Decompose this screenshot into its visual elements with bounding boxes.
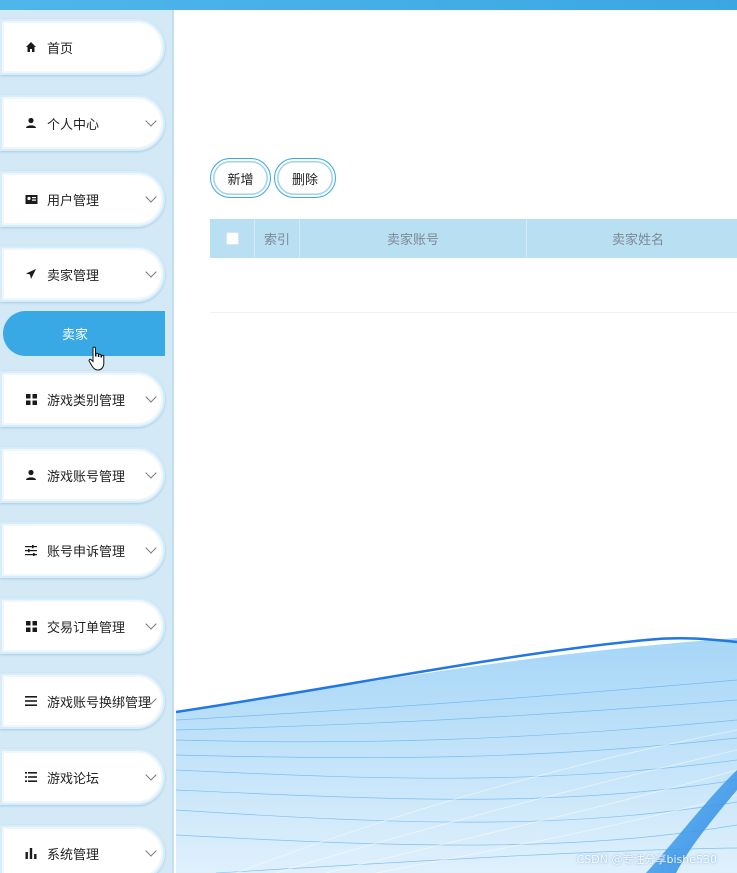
sidebar-item-label: 首页 (47, 41, 74, 57)
home-icon (24, 40, 38, 54)
chevron-down-icon (145, 391, 157, 403)
chevron-down-icon (145, 769, 157, 781)
table-divider (210, 312, 737, 313)
hand-cursor-icon (88, 346, 105, 371)
watermark-text: CSDN @专注分享bishe530 (576, 853, 717, 866)
wave-background-decoration (176, 637, 737, 873)
sidebar-subitem-seller[interactable]: 卖家 (3, 311, 165, 356)
top-bar (0, 0, 737, 10)
user-icon (24, 116, 38, 130)
sidebar-item-account-appeal-management[interactable]: 账号申诉管理 (0, 522, 165, 578)
chevron-down-icon (145, 115, 157, 127)
chevron-down-icon (145, 266, 157, 278)
main-content: 新增 删除 索引 卖家账号 卖家姓名 CSDN @专注分享bishe530 (176, 10, 737, 873)
sidebar-item-game-category-management[interactable]: 游戏类别管理 (0, 371, 165, 427)
table-header-select-all[interactable] (210, 219, 255, 258)
bar-chart-icon (24, 846, 38, 860)
delete-button[interactable]: 删除 (274, 158, 336, 198)
table-header-index: 索引 (255, 219, 300, 258)
sidebar-subitem-label: 卖家 (61, 328, 88, 343)
sidebar-item-system-management[interactable]: 系统管理 (0, 825, 165, 873)
sidebar-item-label: 系统管理 (47, 847, 100, 863)
sidebar-item-seller-management[interactable]: 卖家管理 (0, 246, 165, 302)
select-all-checkbox[interactable] (225, 232, 239, 245)
list-icon (24, 770, 38, 784)
sidebar-item-label: 游戏账号换绑管理 (47, 695, 152, 711)
sidebar-item-label: 账号申诉管理 (47, 544, 126, 560)
grid-icon (24, 392, 38, 406)
chevron-down-icon (145, 542, 157, 554)
paper-plane-icon (24, 267, 38, 281)
sidebar-item-label: 游戏类别管理 (47, 393, 126, 409)
sidebar-item-home[interactable]: 首页 (0, 19, 165, 75)
user-icon (24, 468, 38, 482)
sidebar-item-label: 用户管理 (47, 193, 100, 209)
sidebar-item-game-account-management[interactable]: 游戏账号管理 (0, 447, 165, 503)
chevron-down-icon (145, 191, 157, 203)
id-card-icon (24, 192, 38, 206)
sidebar-item-label: 个人中心 (47, 117, 100, 133)
sidebar-item-personal-center[interactable]: 个人中心 (0, 95, 165, 151)
table-header: 索引 卖家账号 卖家姓名 (210, 219, 737, 258)
table-header-seller-name: 卖家姓名 (527, 219, 737, 258)
table-header-seller-account: 卖家账号 (300, 219, 527, 258)
sidebar-menu: 首页 个人中心 用户管理 卖家管理 卖家 游戏类别管理 游戏账号管理 账号申诉管… (0, 10, 174, 873)
sidebar-item-label: 卖家管理 (47, 268, 100, 284)
sidebar-item-label: 游戏账号管理 (47, 469, 126, 485)
sidebar-item-game-forum[interactable]: 游戏论坛 (0, 749, 165, 805)
list-icon (24, 694, 38, 708)
add-button[interactable]: 新增 (210, 158, 271, 198)
sidebar-item-account-rebind-management[interactable]: 游戏账号换绑管理 (0, 673, 165, 729)
sidebar-item-label: 游戏论坛 (47, 771, 100, 787)
chevron-down-icon (145, 618, 157, 630)
sidebar-item-label: 交易订单管理 (47, 620, 126, 636)
sidebar-item-order-management[interactable]: 交易订单管理 (0, 598, 165, 654)
chevron-down-icon (145, 467, 157, 479)
sidebar-item-user-management[interactable]: 用户管理 (0, 171, 165, 227)
grid-icon (24, 619, 38, 633)
chevron-down-icon (145, 845, 157, 857)
sliders-icon (24, 543, 38, 557)
